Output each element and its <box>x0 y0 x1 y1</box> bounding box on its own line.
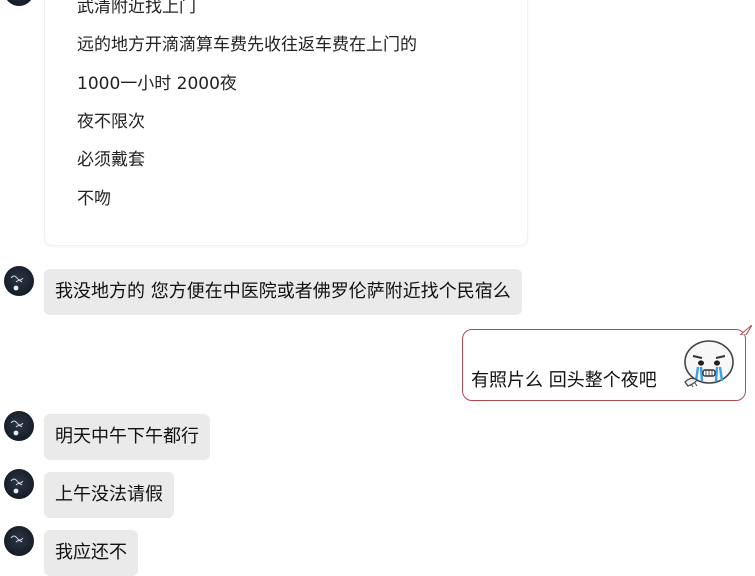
received-message-bubble: 明天中午下午都行 <box>44 414 210 460</box>
received-message-bubble: 上午没法请假 <box>44 472 174 518</box>
sent-bubble-tail <box>740 325 752 335</box>
crying-face-sticker-icon <box>684 340 734 388</box>
avatar-logo-icon <box>10 275 24 291</box>
received-message-bubble: 我没地方的 您方便在中医院或者佛罗伦萨附近找个民宿么 <box>44 269 522 315</box>
avatar-logo-icon <box>10 478 24 494</box>
contact-avatar[interactable] <box>4 0 34 6</box>
sent-message-text: 有照片么 回头整个夜吧 <box>471 370 657 391</box>
card-line: 必须戴套 <box>77 150 145 170</box>
contact-avatar[interactable] <box>4 469 34 499</box>
contact-avatar[interactable] <box>4 526 34 556</box>
sent-message-bubble: 有照片么 回头整个夜吧 <box>462 329 746 401</box>
card-line: 1000一小时 2000夜 <box>77 74 237 94</box>
received-message-card: 武清附近找上门 远的地方开滴滴算车费先收往返车费在上门的 1000一小时 200… <box>44 0 528 246</box>
card-line: 武清附近找上门 <box>77 0 196 17</box>
avatar-logo-icon <box>10 535 24 543</box>
card-line: 夜不限次 <box>77 112 145 132</box>
contact-avatar[interactable] <box>4 266 34 296</box>
card-line: 不吻 <box>77 189 111 209</box>
avatar-logo-icon <box>10 420 24 436</box>
contact-avatar[interactable] <box>4 411 34 441</box>
card-line: 远的地方开滴滴算车费先收往返车费在上门的 <box>77 35 417 55</box>
received-message-bubble: 我应还不 <box>44 530 138 576</box>
